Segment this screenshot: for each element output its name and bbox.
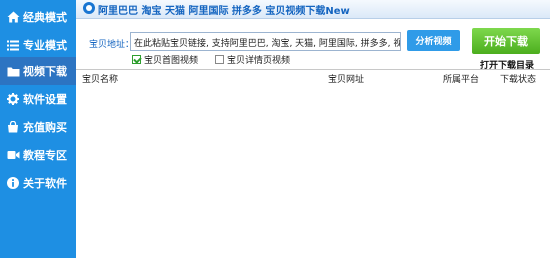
banner-title: 阿里巴巴 淘宝 天猫 阿里国际 拼多多 宝贝视频下载New [98,6,350,17]
table-header: 宝贝名称 宝贝网址 所属平台 下载状态 [76,69,550,86]
folder-icon [6,64,20,78]
address-label: 宝贝地址： [89,40,135,50]
sidebar: 经典模式 专业模式 视频下载 软件设置 充值购买 教程专区 关于软件 [0,0,76,258]
analyze-video-button[interactable]: 分析视频 [407,30,460,51]
sidebar-item-video-download[interactable]: 视频下载 [0,57,76,85]
info-icon [6,176,20,190]
sidebar-item-label: 关于软件 [23,177,67,190]
sidebar-item-label: 视频下载 [23,65,67,78]
sidebar-item-settings[interactable]: 软件设置 [0,85,76,113]
gear-icon [6,92,20,106]
banner: 阿里巴巴 淘宝 天猫 阿里国际 拼多多 宝贝视频下载New [76,0,550,19]
shopping-bag-icon [6,120,20,134]
sidebar-item-tutorials[interactable]: 教程专区 [0,141,76,169]
column-header-product-url[interactable]: 宝贝网址 [328,72,364,85]
checkbox-unchecked-icon[interactable] [215,55,224,64]
column-header-product-name[interactable]: 宝贝名称 [82,72,118,85]
app-logo-icon [83,2,95,14]
sidebar-item-label: 专业模式 [23,39,67,52]
sidebar-item-pro-mode[interactable]: 专业模式 [0,31,76,59]
sidebar-item-label: 软件设置 [23,93,67,106]
main-image-video-checkbox[interactable]: 宝贝首图视频 [132,53,198,66]
detail-page-video-checkbox[interactable]: 宝贝详情页视频 [215,53,290,66]
checkbox-label: 宝贝详情页视频 [227,56,291,66]
sidebar-item-label: 充值购买 [23,121,67,134]
home-icon [6,10,20,24]
sidebar-item-about[interactable]: 关于软件 [0,169,76,197]
product-url-input[interactable]: 在此粘贴宝贝链接, 支持阿里巴巴, 淘宝, 天猫, 阿里国际, 拼多多, 视频下… [130,32,401,51]
column-header-download-status[interactable]: 下载状态 [500,72,536,85]
list-icon [6,38,20,52]
checkbox-checked-icon[interactable] [132,55,141,64]
sidebar-item-classic-mode[interactable]: 经典模式 [0,3,76,31]
download-list[interactable] [76,85,550,258]
start-download-button[interactable]: 开始下载 [472,28,540,54]
checkbox-label: 宝贝首图视频 [144,56,199,66]
sidebar-item-recharge[interactable]: 充值购买 [0,113,76,141]
video-camera-icon [6,148,20,162]
sidebar-item-label: 经典模式 [23,11,67,24]
sidebar-item-label: 教程专区 [23,149,67,162]
column-header-platform[interactable]: 所属平台 [443,72,479,85]
main-panel: 阿里巴巴 淘宝 天猫 阿里国际 拼多多 宝贝视频下载New 宝贝地址： 在此粘贴… [76,0,550,258]
